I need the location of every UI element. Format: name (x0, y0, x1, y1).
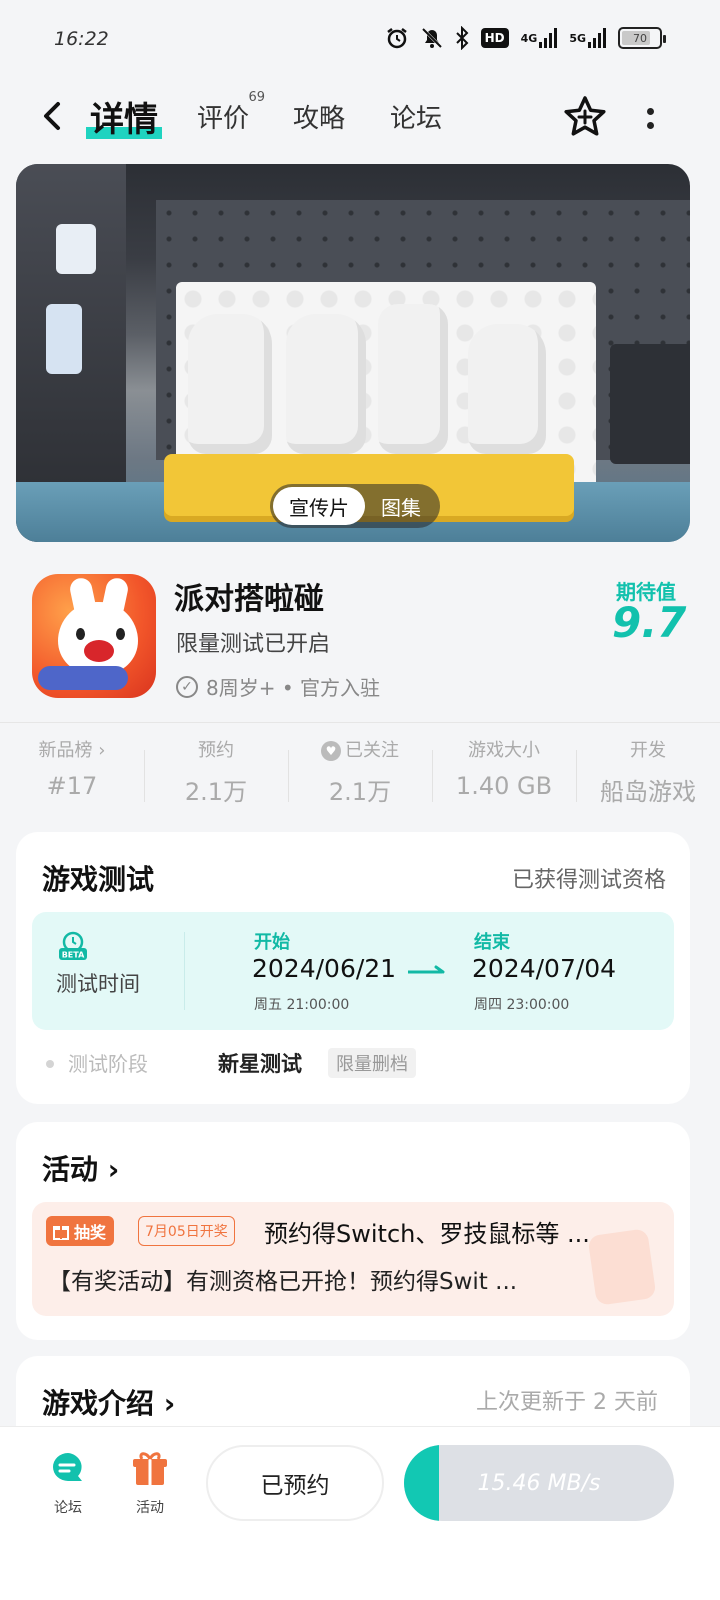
gift-icon (133, 1452, 167, 1485)
forum-chat-icon (53, 1453, 82, 1481)
test-status: 已获得测试资格 (511, 868, 666, 893)
phase-value: 新星测试 (218, 1052, 302, 1076)
download-button[interactable]: 15.46 MB/s (404, 1445, 674, 1521)
toggle-gallery[interactable]: 图集 (365, 487, 437, 525)
forum-button[interactable]: 论坛 (38, 1449, 98, 1517)
phase-label: 测试阶段 (68, 1052, 148, 1076)
intro-updated: 上次更新于 2 天前 (476, 1390, 658, 1415)
start-time: 周五 21:00:00 (254, 997, 350, 1013)
end-date: 2024/07/04 (472, 954, 617, 983)
gift-decor (587, 1228, 657, 1306)
alarm-icon (385, 26, 409, 50)
app-icon (32, 574, 156, 698)
hero-jar (46, 304, 82, 374)
signal-5g-icon: 5G (569, 26, 606, 50)
status-bar: 16:22 HD 4G 5G 70 (0, 0, 720, 80)
heart-icon: ♥ (321, 741, 341, 761)
verified-check-icon: ✓ (176, 675, 198, 698)
game-tags: ✓ 8周岁+ • 官方入驻 (176, 672, 380, 701)
hero-figure (468, 324, 546, 454)
test-card-title: 游戏测试 (42, 863, 155, 896)
test-time-box: BETA 测试时间 开始 2024/06/21 周五 21:00:00 结束 2… (32, 912, 674, 1030)
game-title: 派对搭啦碰 (174, 582, 324, 617)
stat-followers[interactable]: ♥ 已关注 2.1万 (288, 736, 432, 806)
signal-4g-icon: 4G (521, 26, 558, 50)
stat-developer[interactable]: 开发 船岛游戏 (576, 736, 720, 806)
hero-figure (286, 314, 366, 454)
bullet-dot (46, 1060, 54, 1068)
activity-item[interactable]: 抽奖 7月05日开奖 预约得Switch、罗技鼠标等 ... 【有奖活动】有测资… (32, 1202, 674, 1316)
divider (184, 932, 185, 1010)
hero-media[interactable]: 宣传片 图集 (16, 164, 690, 542)
hero-jar (56, 224, 96, 274)
review-count: 69 (248, 90, 266, 105)
expect-score: 9.7 (612, 598, 687, 647)
intro-title[interactable]: 游戏介绍 › (42, 1382, 175, 1422)
bottom-action-bar: 论坛 活动 已预约 15.46 MB/s (0, 1426, 720, 1600)
prize-badge: 抽奖 (46, 1216, 115, 1246)
favorite-star-icon[interactable] (562, 94, 608, 140)
beta-icon: BETA (59, 931, 87, 960)
test-card: 游戏测试 已获得测试资格 BETA 测试时间 开始 2024/06/21 周五 … (16, 832, 690, 1104)
stats-row: 新品榜 › #17 预约 2.1万 ♥ 已关注 2.1万 游戏大小 1.40 GB… (0, 736, 720, 806)
hero-figure (378, 304, 448, 454)
back-icon[interactable] (38, 96, 68, 136)
activity-card: 活动 › 抽奖 7月05日开奖 预约得Switch、罗技鼠标等 ... 【有奖活… (16, 1122, 690, 1340)
battery-icon: 70 (618, 27, 666, 49)
svg-text:BETA: BETA (62, 951, 85, 960)
activity-title[interactable]: 活动 › (42, 1148, 119, 1188)
divider (0, 722, 720, 723)
media-toggle: 宣传片 图集 (270, 484, 440, 528)
game-subtitle: 限量测试已开启 (176, 632, 331, 657)
hero-pencup (610, 344, 690, 464)
arrow-right-icon (408, 965, 445, 974)
tab-reviews[interactable]: 评价 69 (197, 90, 265, 135)
mute-icon (421, 26, 443, 50)
reserved-button[interactable]: 已预约 (206, 1445, 384, 1521)
status-icons: HD 4G 5G 70 (385, 26, 666, 50)
gift-icon (53, 1226, 69, 1240)
test-time-label: 测试时间 (56, 972, 140, 996)
start-label: 开始 (254, 932, 290, 953)
tab-guides[interactable]: 攻略 (293, 98, 345, 135)
activity-description: 【有奖活动】有测资格已开抢！预约得Swit ... (48, 1269, 518, 1295)
start-date: 2024/06/21 (252, 954, 397, 983)
stat-size: 游戏大小 1.40 GB (432, 736, 576, 806)
download-speed: 15.46 MB/s (477, 1470, 601, 1496)
hero-figure (188, 314, 272, 454)
phase-tag: 限量删档 (328, 1048, 416, 1078)
stat-new-rank[interactable]: 新品榜 › #17 (0, 736, 144, 806)
hd-voice-icon: HD (480, 28, 509, 48)
top-nav: 详情 评价 69 攻略 论坛 (0, 86, 720, 150)
activity-button[interactable]: 活动 (120, 1449, 180, 1517)
stat-reservations: 预约 2.1万 (144, 736, 288, 806)
more-menu-icon[interactable] (638, 100, 662, 136)
bluetooth-icon (455, 26, 469, 50)
draw-date-badge: 7月05日开奖 (138, 1216, 235, 1246)
end-time: 周四 23:00:00 (474, 997, 570, 1013)
status-time: 16:22 (54, 28, 109, 50)
end-label: 结束 (474, 932, 510, 953)
tab-detail[interactable]: 详情 (86, 92, 162, 141)
toggle-video[interactable]: 宣传片 (273, 487, 365, 525)
activity-headline: 预约得Switch、罗技鼠标等 ... (264, 1220, 590, 1248)
tab-forum[interactable]: 论坛 (390, 98, 442, 135)
